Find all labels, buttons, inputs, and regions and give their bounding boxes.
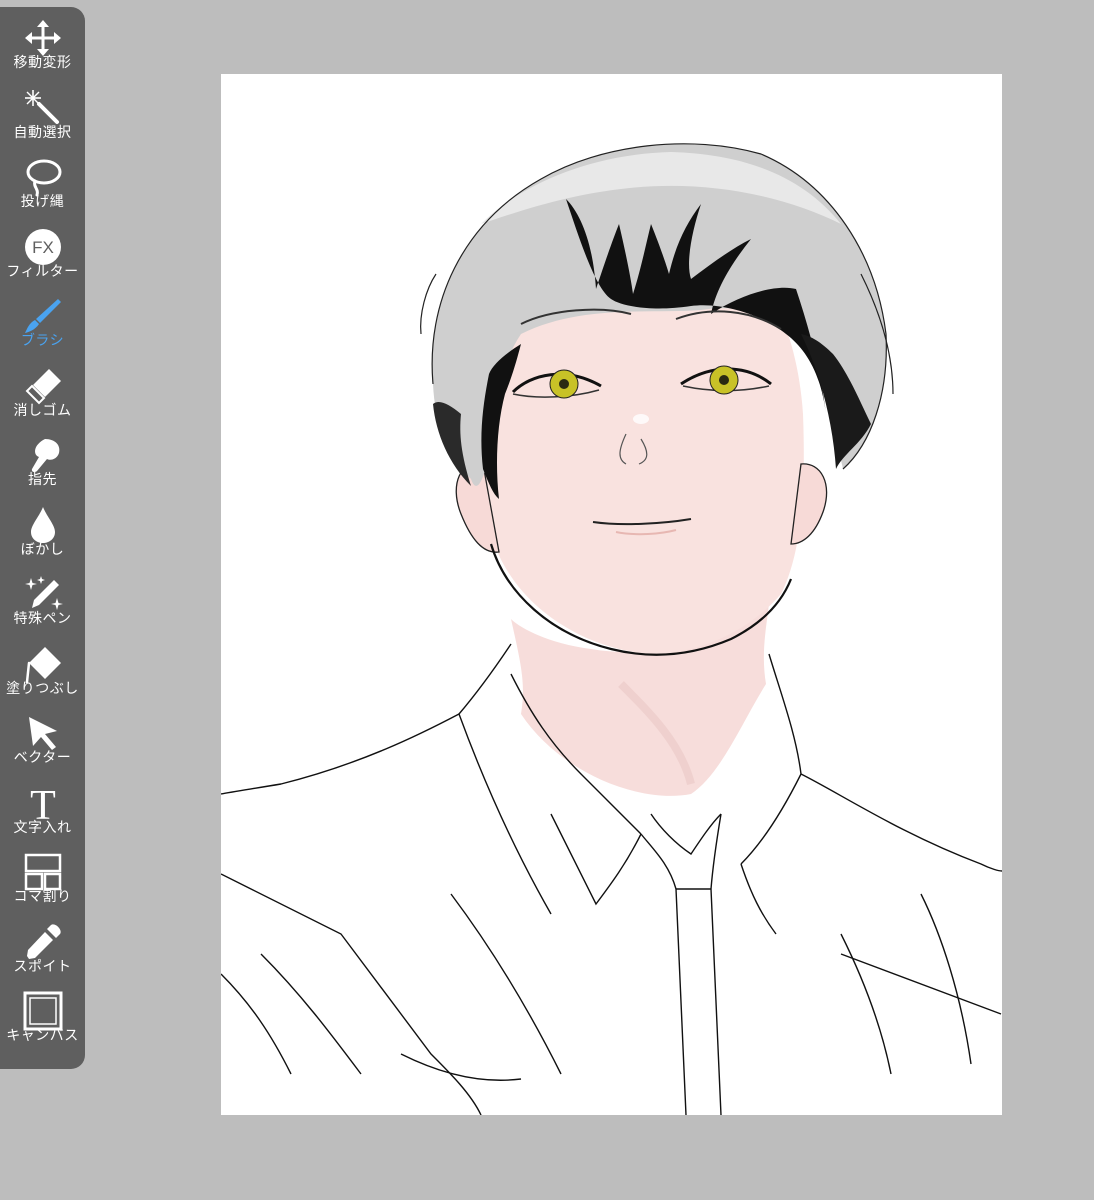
move-transform-icon (21, 17, 65, 59)
paint-app: 移動変形 自動選択 投げ縄 FX フィルター ブラシ 消しゴム 指先 ぼかし 特… (0, 0, 1094, 1200)
tool-panel[interactable]: コマ割り (0, 843, 85, 913)
blur-drop-icon (21, 504, 65, 546)
tool-label: コマ割り (13, 889, 72, 905)
panel-layout-icon (21, 851, 65, 893)
tool-blur[interactable]: ぼかし (0, 496, 85, 566)
eyedropper-icon (21, 921, 65, 963)
tool-move-transform[interactable]: 移動変形 (0, 9, 85, 79)
tool-label: フィルター (6, 263, 79, 280)
drawing-canvas[interactable] (221, 74, 1002, 1115)
tool-palette: 移動変形 自動選択 投げ縄 FX フィルター ブラシ 消しゴム 指先 ぼかし 特… (0, 7, 85, 1069)
tool-special-pen[interactable]: 特殊ペン (0, 565, 85, 635)
tool-fill[interactable]: 塗りつぶし (0, 635, 85, 705)
tool-label: ぼかし (20, 541, 65, 558)
brush-icon (21, 295, 65, 337)
fill-bucket-icon (21, 643, 65, 685)
tool-label: 自動選択 (13, 124, 72, 141)
lasso-icon (21, 156, 65, 198)
tool-text[interactable]: T 文字入れ (0, 774, 85, 844)
vector-cursor-icon (21, 712, 65, 754)
finger-smudge-icon (21, 434, 65, 476)
tool-label: ベクター (13, 750, 72, 766)
tool-canvas[interactable]: キャンバス (0, 982, 85, 1052)
fx-filter-icon: FX (21, 226, 65, 268)
tool-vector[interactable]: ベクター (0, 704, 85, 774)
tool-filter[interactable]: FX フィルター (0, 218, 85, 288)
eraser-icon (21, 365, 65, 407)
text-icon: T (21, 782, 65, 829)
tool-eyedropper[interactable]: スポイト (0, 913, 85, 983)
tool-label: キャンバス (6, 1028, 79, 1044)
tool-eraser[interactable]: 消しゴム (0, 357, 85, 427)
tool-finger[interactable]: 指先 (0, 426, 85, 496)
tool-label: 塗りつぶし (6, 680, 79, 697)
tool-label: 移動変形 (13, 55, 72, 71)
tool-auto-select[interactable]: 自動選択 (0, 79, 85, 149)
illustration-portrait (221, 143, 1002, 1115)
tool-label: ブラシ (20, 333, 65, 349)
svg-text:FX: FX (32, 238, 54, 257)
tool-brush[interactable]: ブラシ (0, 287, 85, 357)
tool-label: 消しゴム (13, 402, 72, 419)
tool-label: スポイト (13, 958, 72, 975)
tool-label: 投げ縄 (20, 194, 65, 210)
tool-lasso[interactable]: 投げ縄 (0, 148, 85, 218)
canvas-icon (21, 990, 65, 1032)
magic-wand-icon (21, 87, 65, 129)
tool-label: 指先 (28, 472, 57, 488)
special-pen-icon (21, 573, 65, 615)
tool-label: 特殊ペン (13, 611, 72, 627)
tool-label: 文字入れ (13, 819, 72, 836)
